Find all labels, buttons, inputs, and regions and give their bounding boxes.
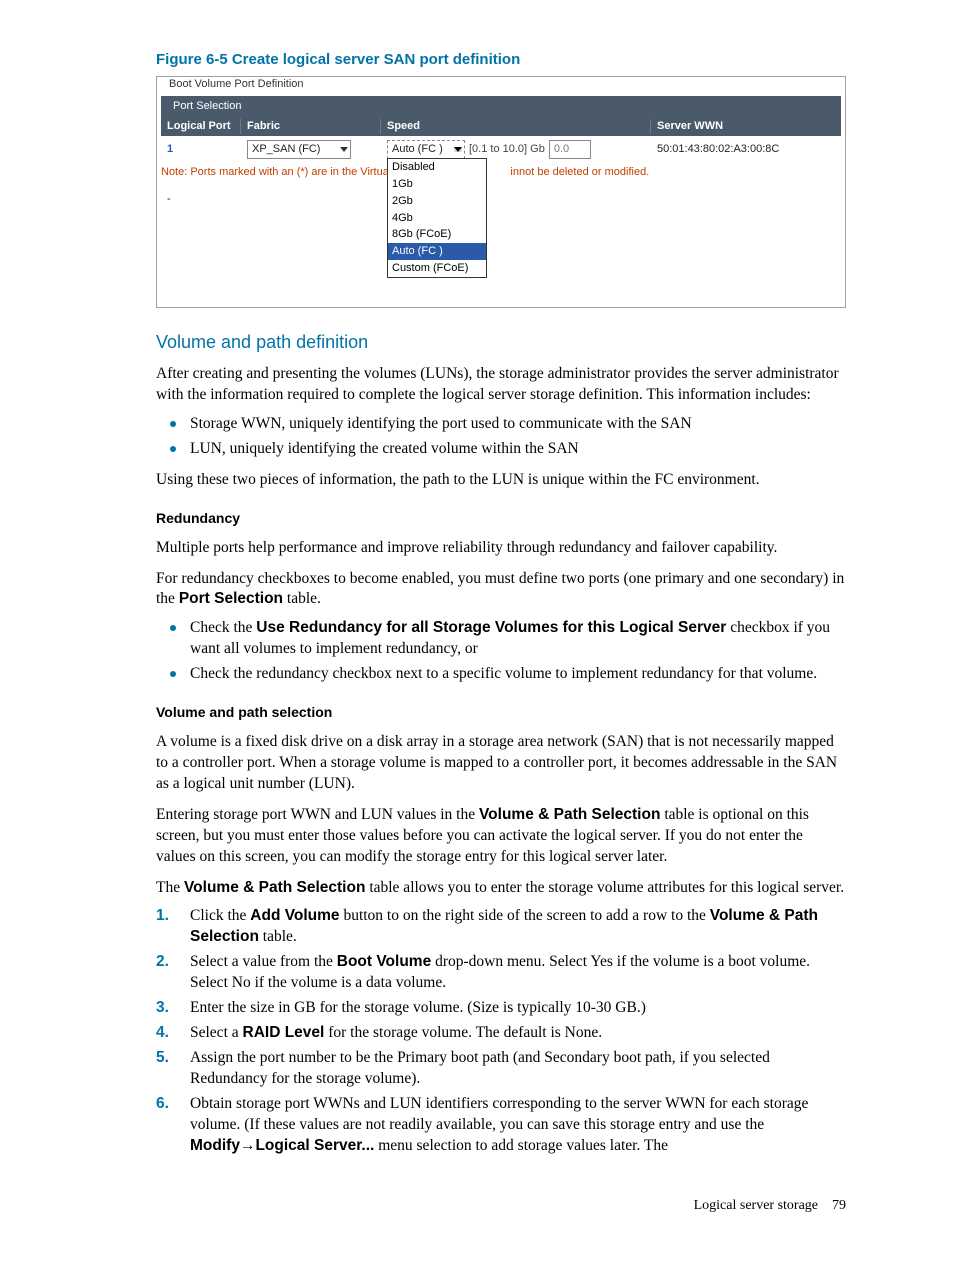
text: table. <box>283 590 321 607</box>
heading-volume-path-selection: Volume and path selection <box>156 703 846 722</box>
step-item: Select a RAID Level for the storage volu… <box>156 1023 846 1044</box>
column-header-row: Logical Port Fabric Speed Server WWN <box>161 116 841 136</box>
text: table allows you to enter the storage vo… <box>365 879 844 896</box>
bold-term: Use Redundancy for all Storage Volumes f… <box>256 619 726 636</box>
speed-select[interactable]: Auto (FC ) <box>387 140 465 159</box>
heading-redundancy: Redundancy <box>156 509 846 528</box>
heading-volume-path-definition: Volume and path definition <box>156 330 846 354</box>
text: Click the <box>190 907 250 924</box>
bold-term: Boot Volume <box>337 953 431 970</box>
figure-caption: Figure 6-5 Create logical server SAN por… <box>156 50 846 70</box>
text: Check the redundancy checkbox next to a … <box>190 665 817 682</box>
bold-term: Volume & Path Selection <box>184 879 365 896</box>
speed-option[interactable]: Disabled <box>388 159 486 176</box>
footer-page-number: 79 <box>832 1198 846 1213</box>
speed-option-selected[interactable]: Auto (FC ) <box>388 243 486 260</box>
text: Select a value from the <box>190 953 337 970</box>
text: Entering storage port WWN and LUN values… <box>156 806 479 823</box>
paragraph: Multiple ports help performance and impr… <box>156 538 846 559</box>
list-item: Check the redundancy checkbox next to a … <box>156 664 846 685</box>
step-item: Click the Add Volume button to on the ri… <box>156 906 846 948</box>
paragraph: The Volume & Path Selection table allows… <box>156 878 846 899</box>
tabbar: Port Selection <box>161 96 841 116</box>
list-item: Check the Use Redundancy for all Storage… <box>156 618 846 660</box>
logical-port-value: 1 <box>161 142 241 157</box>
paragraph: Entering storage port WWN and LUN values… <box>156 805 846 868</box>
speed-option[interactable]: 8Gb (FCoE) <box>388 226 486 243</box>
text: menu selection to add storage values lat… <box>374 1137 668 1154</box>
speed-range-hint: [0.1 to 10.0] Gb <box>469 142 545 157</box>
table-row: 1 XP_SAN (FC) Auto (FC ) [0.1 to 10.0] G… <box>161 136 841 163</box>
text: for the storage volume. The default is N… <box>324 1024 602 1041</box>
speed-option[interactable]: Custom (FCoE) <box>388 260 486 277</box>
boot-volume-port-definition-panel: Boot Volume Port Definition Port Selecti… <box>156 76 846 308</box>
fabric-select-value: XP_SAN (FC) <box>252 142 320 157</box>
list-item: Storage WWN, uniquely identifying the po… <box>156 414 846 435</box>
paragraph: A volume is a fixed disk drive on a disk… <box>156 732 846 795</box>
col-speed: Speed <box>381 119 651 134</box>
paragraph: For redundancy checkboxes to become enab… <box>156 569 846 611</box>
text: Assign the port number to be the Primary… <box>190 1049 770 1087</box>
fabric-select[interactable]: XP_SAN (FC) <box>247 140 351 159</box>
text: Check the <box>190 619 256 636</box>
speed-dropdown[interactable]: Disabled 1Gb 2Gb 4Gb 8Gb (FCoE) Auto (FC… <box>387 158 487 278</box>
bold-term: Port Selection <box>179 590 283 607</box>
text: Select a <box>190 1024 243 1041</box>
speed-option[interactable]: 1Gb <box>388 176 486 193</box>
speed-option[interactable]: 2Gb <box>388 193 486 210</box>
placeholder-cell: - <box>161 192 241 207</box>
arrow-icon: → <box>240 1137 256 1154</box>
step-item: Enter the size in GB for the storage vol… <box>156 998 846 1019</box>
panel-legend: Boot Volume Port Definition <box>165 77 308 92</box>
table-row: - <box>161 188 841 307</box>
text: table. <box>259 928 297 945</box>
step-item: Obtain storage port WWNs and LUN identif… <box>156 1094 846 1157</box>
note-text-left: Note: Ports marked with an (*) are in th… <box>161 166 402 178</box>
chevron-down-icon <box>340 147 348 152</box>
col-server-wwn: Server WWN <box>651 119 821 134</box>
text: button to on the right side of the scree… <box>340 907 710 924</box>
step-item: Assign the port number to be the Primary… <box>156 1048 846 1090</box>
server-wwn-value: 50:01:43:80:02:A3:00:8C <box>651 142 821 157</box>
bold-term: RAID Level <box>243 1024 325 1041</box>
col-fabric: Fabric <box>241 119 381 134</box>
note-bar: Note: Ports marked with an (*) are in th… <box>161 163 841 180</box>
col-logical-port: Logical Port <box>161 119 241 134</box>
speed-option[interactable]: 4Gb <box>388 210 486 227</box>
text: The <box>156 879 184 896</box>
paragraph: Using these two pieces of information, t… <box>156 470 846 491</box>
text: Enter the size in GB for the storage vol… <box>190 999 646 1016</box>
bold-term: Add Volume <box>250 907 339 924</box>
tab-port-selection[interactable]: Port Selection <box>161 96 253 116</box>
speed-input[interactable]: 0.0 <box>549 140 591 159</box>
speed-select-value: Auto (FC ) <box>392 142 443 157</box>
chevron-down-icon <box>454 147 462 152</box>
bold-term: Volume & Path Selection <box>479 806 660 823</box>
bold-term: Modify <box>190 1137 240 1154</box>
text: Obtain storage port WWNs and LUN identif… <box>190 1095 808 1133</box>
paragraph: After creating and presenting the volume… <box>156 364 846 406</box>
bold-term: Logical Server... <box>255 1137 374 1154</box>
note-text-right: innot be deleted or modified. <box>510 166 649 178</box>
page-footer: Logical server storage 79 <box>156 1197 846 1216</box>
footer-section: Logical server storage <box>694 1198 818 1213</box>
step-item: Select a value from the Boot Volume drop… <box>156 952 846 994</box>
list-item: LUN, uniquely identifying the created vo… <box>156 439 846 460</box>
